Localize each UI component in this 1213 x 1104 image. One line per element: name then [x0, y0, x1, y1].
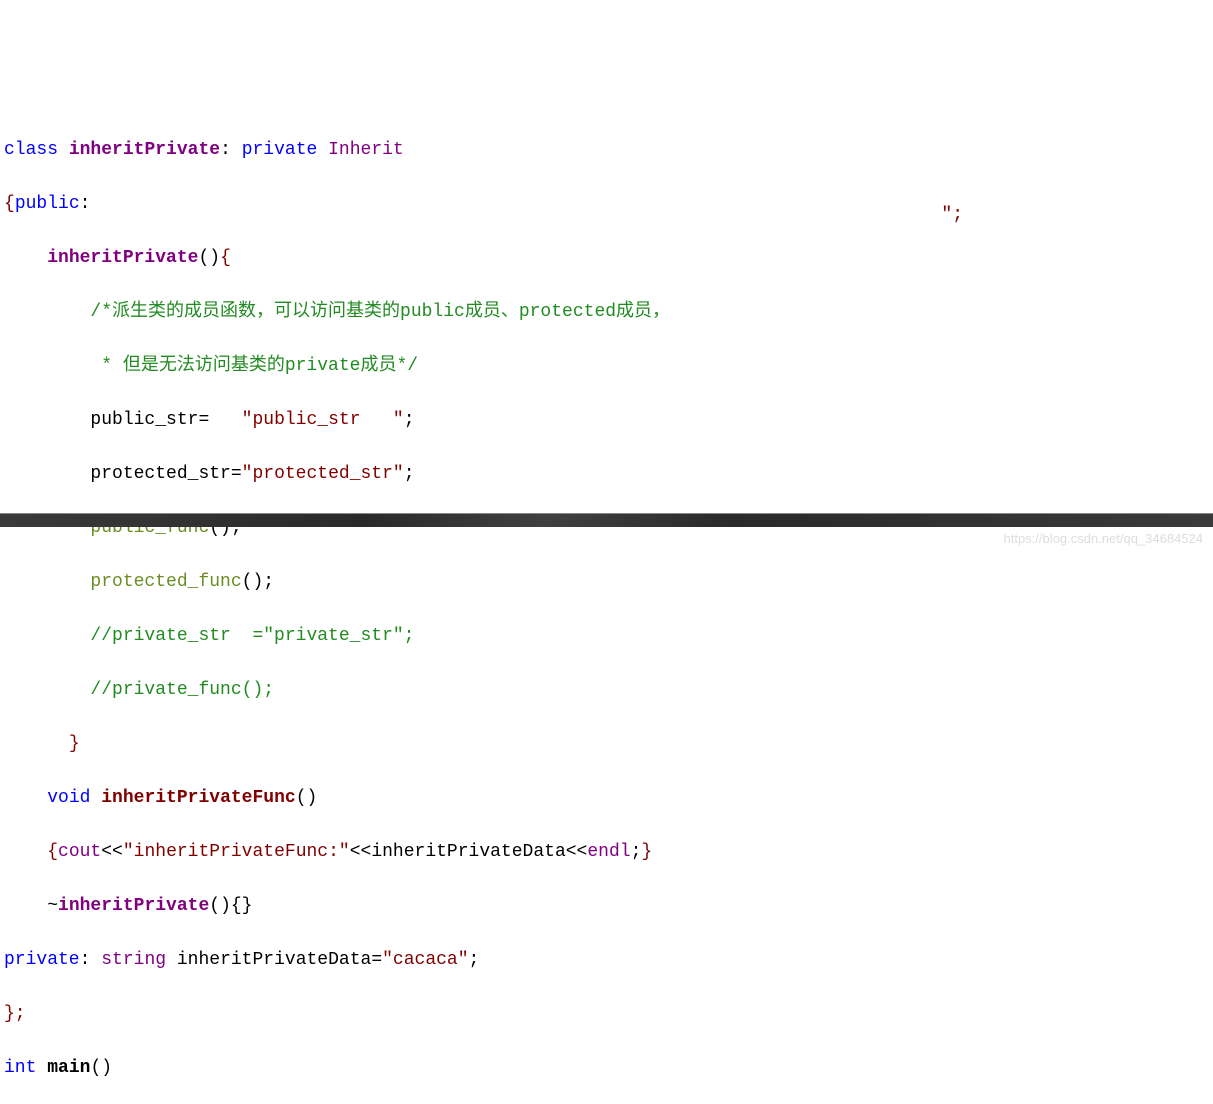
parens-braces: (){} — [209, 896, 252, 916]
open-brace: { — [220, 248, 231, 268]
close-brace-semi: }; — [4, 1004, 26, 1024]
comment: //private_str ="private_str"; — [90, 626, 414, 646]
code-line-2: {public: — [4, 191, 1209, 218]
equals: = — [198, 410, 209, 430]
parens: () — [198, 248, 220, 268]
close-brace: } — [641, 842, 652, 862]
variable: inheritPrivateData — [371, 842, 565, 862]
type-string: string — [101, 950, 166, 970]
tilde: ~ — [47, 896, 58, 916]
code-line-10: //private_str ="private_str"; — [4, 623, 1209, 650]
code-line-6: public_str= "public_str "; — [4, 407, 1209, 434]
comment: * 但是无法访问基类的private成员*/ — [90, 356, 418, 376]
comment: //private_func(); — [90, 680, 274, 700]
string-literal: "public_str " — [242, 410, 404, 430]
semicolon: ; — [404, 464, 415, 484]
code-line-16: private: string inheritPrivateData="caca… — [4, 947, 1209, 974]
constructor-name: inheritPrivate — [47, 248, 198, 268]
colon: : — [80, 950, 91, 970]
keyword-void: void — [47, 788, 90, 808]
class-name: inheritPrivate — [69, 140, 220, 160]
close-brace: } — [69, 734, 80, 754]
code-line-9: protected_func(); — [4, 569, 1209, 596]
parens: () — [296, 788, 318, 808]
stray-text: "; — [941, 202, 963, 229]
code-line-1: class inheritPrivate: private Inherit — [4, 137, 1209, 164]
function-name: inheritPrivateFunc — [101, 788, 295, 808]
status-bar — [0, 513, 1213, 527]
open-brace: { — [47, 842, 58, 862]
operator: << — [350, 842, 372, 862]
keyword-class: class — [4, 140, 58, 160]
variable: public_str — [90, 410, 198, 430]
cout: cout — [58, 842, 101, 862]
destructor-name: inheritPrivate — [58, 896, 209, 916]
variable: inheritPrivateData — [177, 950, 371, 970]
operator: << — [566, 842, 588, 862]
parens: (); — [242, 572, 274, 592]
code-line-13: void inheritPrivateFunc() — [4, 785, 1209, 812]
function-call: protected_func — [90, 572, 241, 592]
semicolon: ; — [631, 842, 642, 862]
semicolon: ; — [469, 950, 480, 970]
variable: protected_str — [90, 464, 230, 484]
code-line-5: * 但是无法访问基类的private成员*/ — [4, 353, 1209, 380]
code-line-17: }; — [4, 1001, 1209, 1028]
code-line-3: inheritPrivate(){ — [4, 245, 1209, 272]
colon: : — [80, 194, 91, 214]
colon: : — [220, 140, 231, 160]
equals: = — [231, 464, 242, 484]
keyword-private: private — [4, 950, 80, 970]
parens: () — [90, 1058, 112, 1078]
code-line-4: /*派生类的成员函数，可以访问基类的public成员、protected成员， — [4, 299, 1209, 326]
string-literal: "inheritPrivateFunc:" — [123, 842, 350, 862]
equals: = — [371, 950, 382, 970]
endl: endl — [587, 842, 630, 862]
comment: /*派生类的成员函数，可以访问基类的public成员、protected成员， — [90, 302, 670, 322]
code-line-12: } — [4, 731, 1209, 758]
code-line-15: ~inheritPrivate(){} — [4, 893, 1209, 920]
string-literal: "protected_str" — [242, 464, 404, 484]
base-class: Inherit — [328, 140, 404, 160]
open-brace: { — [4, 194, 15, 214]
main-function: main — [47, 1058, 90, 1078]
code-line-14: {cout<<"inheritPrivateFunc:"<<inheritPri… — [4, 839, 1209, 866]
code-line-18: int main() — [4, 1055, 1209, 1082]
code-editor: class inheritPrivate: private Inherit {p… — [4, 110, 1209, 1104]
semicolon: ; — [404, 410, 415, 430]
keyword-public: public — [15, 194, 80, 214]
operator: << — [101, 842, 123, 862]
code-line-11: //private_func(); — [4, 677, 1209, 704]
code-line-7: protected_str="protected_str"; — [4, 461, 1209, 488]
keyword-int: int — [4, 1058, 36, 1078]
string-literal: "cacaca" — [382, 950, 468, 970]
watermark-text: https://blog.csdn.net/qq_34684524 — [1004, 529, 1204, 549]
keyword-private: private — [242, 140, 318, 160]
